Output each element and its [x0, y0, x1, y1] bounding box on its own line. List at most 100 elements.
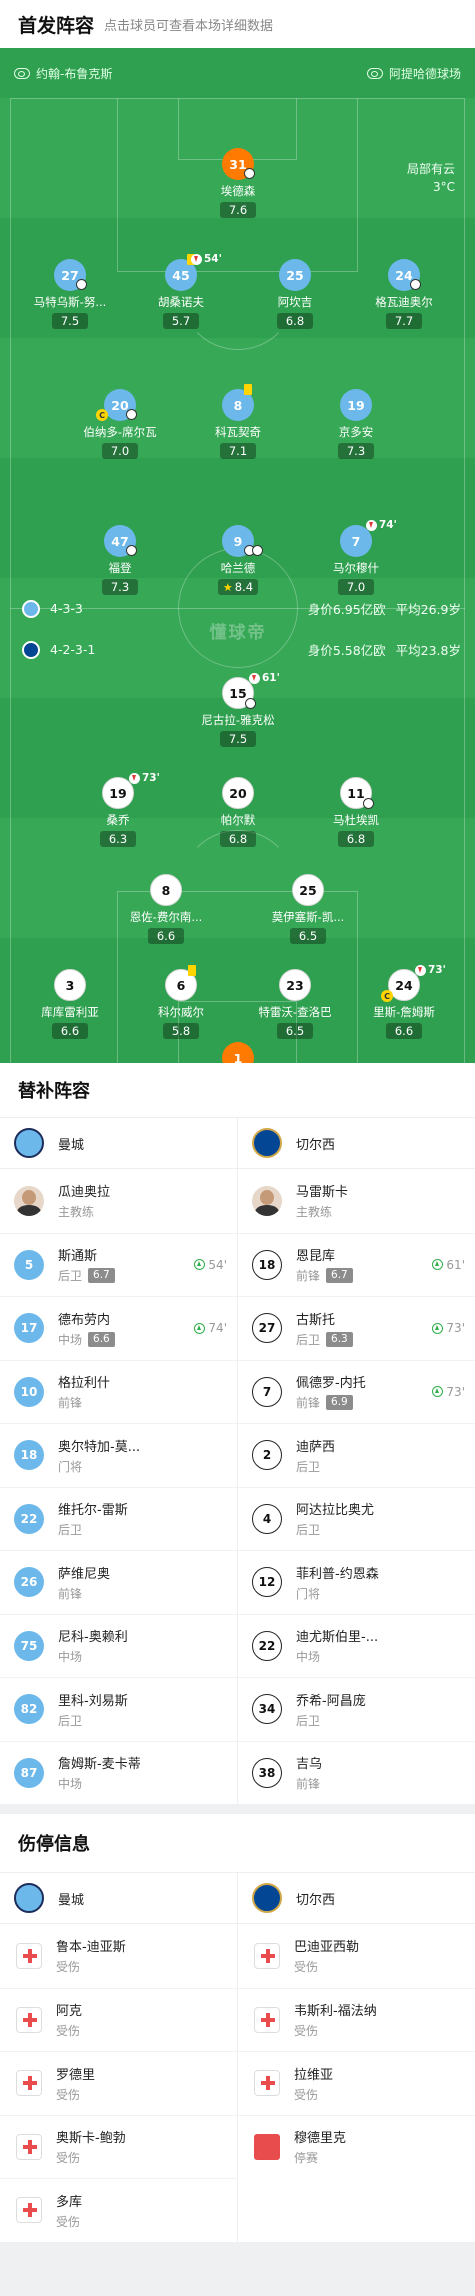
injury-row[interactable]: 阿克 受伤 [0, 1987, 237, 2052]
injury-row[interactable]: 鲁本-迪亚斯 受伤 [0, 1924, 237, 1988]
away-player-3[interactable]: 3 库库雷利亚 6.6 [18, 969, 122, 1039]
player-name: 科瓦契奇 [215, 425, 261, 439]
home-player-47[interactable]: 47 福登 7.3 [68, 525, 172, 595]
jersey-number: 19 73' [102, 772, 160, 809]
weather-condition: 局部有云 [406, 162, 455, 176]
medical-cross-icon [16, 2006, 42, 2033]
sub-row[interactable]: 22 迪尤斯伯里-... 中场 [238, 1613, 475, 1678]
away-player-20[interactable]: 20 帕尔默 6.8 [186, 777, 290, 847]
injury-status: 受伤 [294, 2087, 319, 2102]
sub-row[interactable]: 17 德布劳内 中场 6.6 74' [0, 1296, 237, 1360]
subs-home-team[interactable]: 曼城 [0, 1118, 237, 1169]
home-player-45[interactable]: 45 54' 胡桑诺夫 5.7 [129, 253, 233, 329]
yellow-card-icon [188, 965, 196, 976]
medical-cross-icon [254, 1942, 280, 1969]
player-name: 埃德森 [220, 184, 256, 198]
sub-row[interactable]: 22 维托尔-雷斯 后卫 [0, 1486, 237, 1551]
injury-status: 受伤 [56, 2024, 81, 2039]
sub-row[interactable]: 38 吉乌 前锋 [238, 1740, 475, 1805]
jersey-number: 11 [340, 777, 374, 809]
jersey-number: 19 [340, 389, 372, 421]
home-average-age: 平均26.9岁 [395, 602, 461, 617]
home-player-7[interactable]: 7 74' 马尔穆什 7.0 [304, 519, 408, 595]
sub-position: 后卫 [296, 1459, 321, 1474]
injuries-home-team[interactable]: 曼城 [0, 1873, 237, 1924]
sub-row[interactable]: 34 乔希-阿昌庞 后卫 [238, 1677, 475, 1741]
sub-row[interactable]: 26 萨维尼奥 前锋 [0, 1550, 237, 1614]
away-player-19[interactable]: 19 73' 桑乔 6.3 [66, 772, 170, 847]
chelsea-crest-icon [252, 1883, 282, 1913]
player-rating: 6.6 [52, 1023, 88, 1039]
sub-row[interactable]: 87 詹姆斯-麦卡蒂 中场 [0, 1740, 237, 1805]
away-player-6[interactable]: 6 科尔威尔 5.8 [129, 965, 233, 1039]
jersey-number: 45 54' [165, 253, 222, 291]
injury-row[interactable]: 多库 受伤 [0, 2178, 237, 2242]
player-name: 马杜埃凯 [333, 813, 379, 827]
injury-row[interactable]: 巴迪亚西勒 受伤 [238, 1924, 475, 1988]
home-player-24[interactable]: 24 格瓦迪奥尔 7.7 [352, 259, 456, 329]
goal-ball-icon [76, 279, 87, 290]
sub-out-icon [129, 772, 140, 784]
home-player-20[interactable]: 20 C 伯纳多-席尔瓦 7.0 [68, 389, 172, 459]
sub-position: 前锋 [58, 1396, 83, 1411]
sub-row[interactable]: 5 斯通斯 后卫 6.7 54' [0, 1232, 237, 1297]
home-player-8[interactable]: 8 科瓦契奇 7.1 [186, 384, 290, 459]
injuries-away-team[interactable]: 切尔西 [238, 1873, 475, 1924]
away-player-1[interactable]: 1罗伯特-桑切斯5.9 [186, 1042, 290, 1063]
sub-row[interactable]: 75 尼科-奥赖利 中场 [0, 1613, 237, 1678]
sub-row[interactable]: 18 恩昆库 前锋 6.7 61' [238, 1232, 475, 1297]
player-name: 帕尔默 [220, 813, 256, 827]
home-formation: 4-3-3 [50, 601, 83, 616]
goal-ball-icon [363, 798, 374, 809]
away-player-24[interactable]: 24 C 73' 里斯-詹姆斯 6.6 [352, 964, 456, 1039]
subs-away-team[interactable]: 切尔西 [238, 1118, 475, 1169]
venue-bar: 约翰-布鲁克斯 阿提哈德球场 [0, 48, 475, 98]
jersey-number: 25 [292, 874, 324, 906]
away-player-23[interactable]: 23 特雷沃-查洛巴 6.5 [243, 969, 347, 1039]
sub-row[interactable]: 4 阿达拉比奥尤 后卫 [238, 1486, 475, 1551]
yellow-card-icon [244, 384, 252, 395]
sub-row[interactable]: 10 格拉利什 前锋 [0, 1359, 237, 1424]
away-squad-value: 身价5.58亿欧 [307, 643, 386, 658]
sub-position: 后卫 [296, 1713, 321, 1728]
home-player-19[interactable]: 19 京多安 7.3 [304, 389, 408, 459]
sub-row[interactable]: 7 佩德罗-内托 前锋 6.9 73' [238, 1359, 475, 1424]
home-player-9[interactable]: 9 哈兰德 ★ 8.4 [186, 525, 290, 595]
sub-name: 迪萨西 [296, 1439, 336, 1455]
injury-row[interactable]: 罗德里 受伤 [0, 2051, 237, 2115]
sub-in-time: 73' [432, 1321, 465, 1335]
away-player-25[interactable]: 25 莫伊塞斯-凯... 6.5 [256, 874, 360, 944]
subs-home-column: 曼城 瓜迪奥拉 主教练 5 斯通斯 后卫 6.7 54' 17 德布劳内 中场 6.6 74' 10… [0, 1118, 237, 1804]
away-player-15[interactable]: 15 61' 尼古拉-雅克松 7.5 [186, 672, 290, 747]
injury-row[interactable]: 穆德里克 停赛 [238, 2114, 475, 2179]
injuries-away-team-name: 切尔西 [296, 1892, 336, 1908]
injured-player-name: 韦斯利-福法纳 [294, 2004, 377, 2020]
home-player-25[interactable]: 25 阿坎吉 6.8 [243, 259, 347, 329]
jersey-number: 26 [14, 1567, 44, 1598]
home-player-27[interactable]: 27 马特乌斯-努... 7.5 [18, 259, 122, 329]
player-rating: 6.6 [148, 928, 184, 944]
sub-row[interactable]: 12 菲利普-约恩森 门将 [238, 1550, 475, 1614]
home-player-31[interactable]: 31 埃德森 7.6 [186, 148, 290, 218]
away-coach-row[interactable]: 马雷斯卡 主教练 [238, 1169, 475, 1233]
injured-player-name: 多库 [56, 2194, 83, 2210]
injury-row[interactable]: 奥斯卡-鲍勃 受伤 [0, 2114, 237, 2179]
sub-out-icon [249, 672, 260, 684]
sub-row[interactable]: 27 古斯托 后卫 6.3 73' [238, 1296, 475, 1360]
sub-name: 斯通斯 [58, 1249, 98, 1265]
jersey-number: 47 [104, 525, 137, 557]
home-coach-row[interactable]: 瓜迪奥拉 主教练 [0, 1169, 237, 1233]
sub-row[interactable]: 18 奥尔特加-莫... 门将 [0, 1423, 237, 1487]
sub-row[interactable]: 2 迪萨西 后卫 [238, 1423, 475, 1487]
away-player-11[interactable]: 11 马杜埃凯 6.8 [304, 777, 408, 847]
weather: 局部有云 3°C [407, 160, 455, 196]
away-formation-bar: 4-2-3-1 身价5.58亿欧 平均23.8岁 [22, 640, 461, 659]
sub-name: 德布劳内 [58, 1312, 111, 1328]
away-player-8[interactable]: 8 恩佐-费尔南... 6.6 [114, 874, 218, 944]
injury-status: 受伤 [56, 2151, 81, 2166]
injury-row[interactable]: 韦斯利-福法纳 受伤 [238, 1987, 475, 2052]
jersey-number: 31 [222, 148, 255, 180]
injury-row[interactable]: 拉维亚 受伤 [238, 2051, 475, 2115]
jersey-number: 1 [222, 1042, 254, 1063]
sub-row[interactable]: 82 里科-刘易斯 后卫 [0, 1677, 237, 1741]
